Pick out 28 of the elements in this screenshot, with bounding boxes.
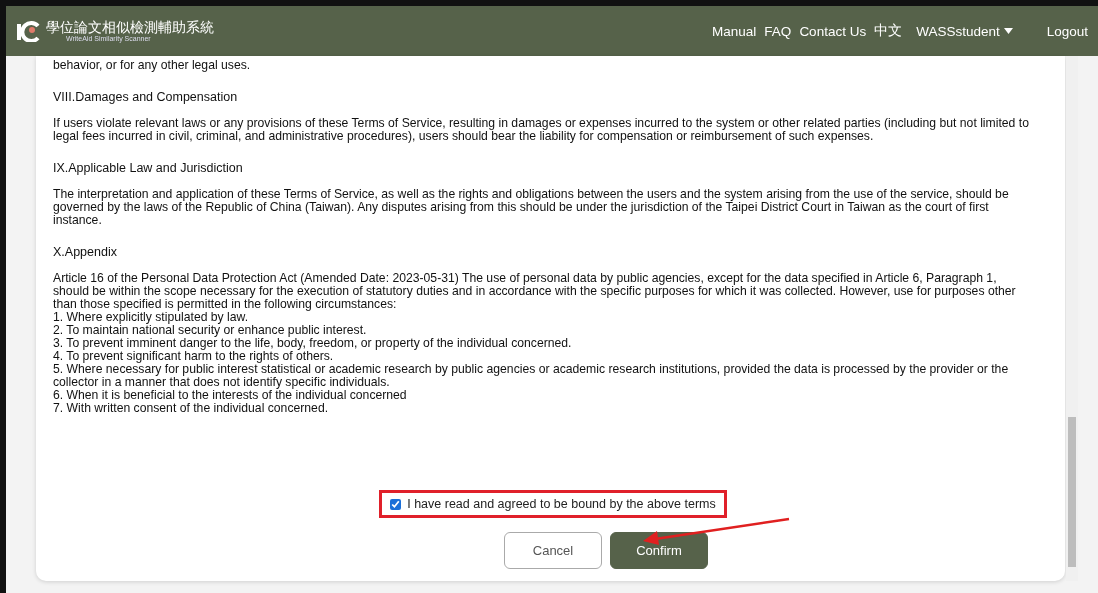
logo-icon: [16, 20, 42, 42]
list-item: 2. To maintain national security or enhance public interest.: [53, 324, 368, 337]
logout-link[interactable]: Logout: [1046, 23, 1088, 39]
paragraph: If users violate relevant laws or any provisions of these Terms of Service, resulting in damages or expenses incurred to the system or other related parties (including but not limited to legal fees incurred in civil, criminal, and administrative procedures), users should bear the liability for compensation or reimbursement of such expenses.: [53, 117, 1030, 143]
list-item: 3. To prevent imminent danger to the life, body, freedom, or property of the individual concerned.: [53, 337, 573, 350]
section-heading: IX.Applicable Law and Jurisdiction: [53, 162, 244, 175]
paragraph: behavior, or for any other legal uses.: [53, 59, 252, 72]
user-menu[interactable]: WASSstudent: [916, 23, 1013, 39]
list-item: 4. To prevent significant harm to the rights of others.: [53, 350, 335, 363]
nav-link[interactable]: Manual: [712, 23, 757, 39]
list-item: 6. When it is beneficial to the interests of the individual concerned: [53, 389, 408, 402]
section-heading: X.Appendix: [53, 246, 118, 259]
cancel-button[interactable]: Cancel: [504, 532, 602, 569]
site-title: 學位論文相似檢測輔助系統: [46, 19, 214, 35]
nav-link[interactable]: FAQ: [764, 23, 792, 39]
scrollbar-thumb[interactable]: [1068, 417, 1076, 567]
list-item: 1. Where explicitly stipulated by law.: [53, 311, 250, 324]
confirm-button[interactable]: Confirm: [610, 532, 708, 569]
paragraph: The interpretation and application of these Terms of Service, as well as the rights and obligations between the users and the system arising from the use of the service, should be governed by the laws of the Republic of China (Taiwan). Any disputes arising from this should be under the jurisdiction of the Taipei District Court in Taiwan as the court of first instance.: [53, 188, 1010, 227]
list-item: 7. With written consent of the individual concerned.: [53, 402, 330, 415]
agree-checkbox[interactable]: [390, 498, 402, 510]
agree-label: I have read and agreed to be bound by the above terms: [407, 497, 716, 511]
paragraph: Article 16 of the Personal Data Protection Act (Amended Date: 2023-05-31) The use of personal data by public agencies, except for the data specified in Article 6, Paragraph 1, should be within the scope necessary for the execution of statutory duties and in accordance with the specific purposes for which it was collected. However, use for purposes other than those specified is permitted in the following circumstances:: [53, 272, 1017, 311]
nav-link[interactable]: Contact Us: [799, 23, 867, 39]
section-heading: VIII.Damages and Compensation: [53, 91, 239, 104]
nav-link[interactable]: 中文: [874, 22, 903, 40]
caret-icon: [1003, 28, 1013, 34]
list-item: 5. Where necessary for public interest statistical or academic research by public agencies or academic research institutions, provided the data is processed by the provider or the collector in a manner that does not identify specific individuals.: [53, 363, 1010, 389]
